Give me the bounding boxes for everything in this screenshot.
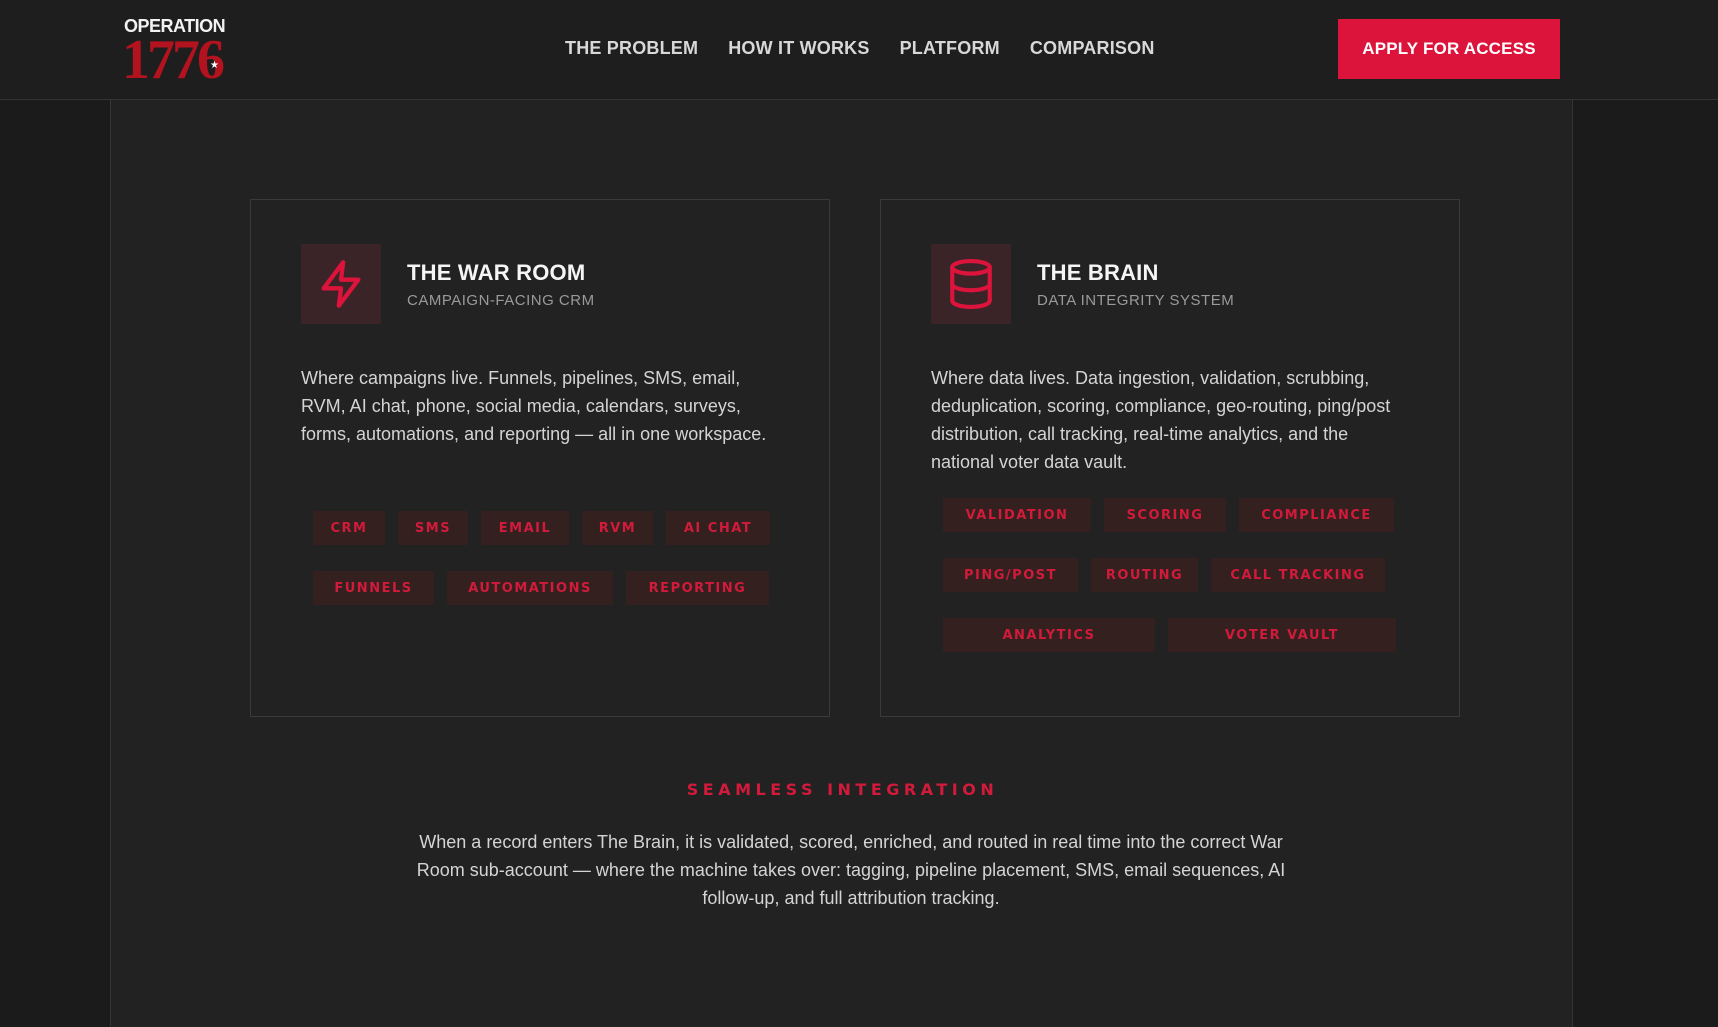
lightning-icon — [301, 244, 381, 324]
tag: REPORTING — [626, 571, 769, 605]
tag: VOTER VAULT — [1168, 618, 1396, 652]
database-icon — [931, 244, 1011, 324]
card-title: THE BRAIN — [1037, 260, 1159, 285]
tag: AUTOMATIONS — [447, 571, 613, 605]
integration-text: When a record enters The Brain, it is va… — [416, 832, 1286, 908]
apply-for-access-button[interactable]: APPLY FOR ACCESS — [1338, 19, 1560, 79]
nav-platform[interactable]: PLATFORM — [900, 38, 1000, 62]
integration-label: SEAMLESS INTEGRATION — [686, 780, 999, 799]
tag: SMS — [398, 511, 468, 545]
nav-how-it-works[interactable]: HOW IT WORKS — [728, 38, 869, 62]
logo-number: 1776 — [122, 29, 225, 91]
tag: ROUTING — [1091, 558, 1198, 592]
card-subtitle: DATA INTEGRITY SYSTEM — [1037, 292, 1235, 309]
platform-section: THE WAR ROOM CAMPAIGN-FACING CRM Where c… — [110, 100, 1573, 1027]
tag: SCORING — [1104, 498, 1226, 532]
tag: COMPLIANCE — [1239, 498, 1394, 532]
tag: FUNNELS — [313, 571, 434, 605]
brain-card: THE BRAIN DATA INTEGRITY SYSTEM Where da… — [880, 199, 1460, 717]
card-description: Where campaigns live. Funnels, pipelines… — [301, 368, 767, 444]
war-room-card: THE WAR ROOM CAMPAIGN-FACING CRM Where c… — [250, 199, 830, 717]
star-icon: ★ — [210, 60, 219, 71]
operation-1776-logo[interactable]: OPERATION 1776 ★ — [122, 14, 232, 88]
tag: CRM — [313, 511, 385, 545]
tag: AI CHAT — [666, 511, 770, 545]
tag: EMAIL — [481, 511, 569, 545]
main-nav: THE PROBLEM HOW IT WORKS PLATFORM COMPAR… — [565, 38, 1155, 62]
nav-the-problem[interactable]: THE PROBLEM — [565, 38, 698, 62]
tag-list: VALIDATION SCORING COMPLIANCE PING/POST … — [943, 498, 1403, 652]
site-header: OPERATION 1776 ★ THE PROBLEM HOW IT WORK… — [0, 0, 1718, 100]
tag: PING/POST — [943, 558, 1078, 592]
tag: RVM — [582, 511, 653, 545]
tag: VALIDATION — [943, 498, 1091, 532]
nav-comparison[interactable]: COMPARISON — [1030, 38, 1155, 62]
tag: ANALYTICS — [943, 618, 1155, 652]
card-title: THE WAR ROOM — [407, 260, 586, 285]
tag-list: CRM SMS EMAIL RVM AI CHAT FUNNELS AUTOMA… — [313, 511, 773, 605]
card-subtitle: CAMPAIGN-FACING CRM — [407, 292, 595, 309]
card-description: Where data lives. Data ingestion, valida… — [931, 368, 1391, 472]
tag: CALL TRACKING — [1211, 558, 1385, 592]
